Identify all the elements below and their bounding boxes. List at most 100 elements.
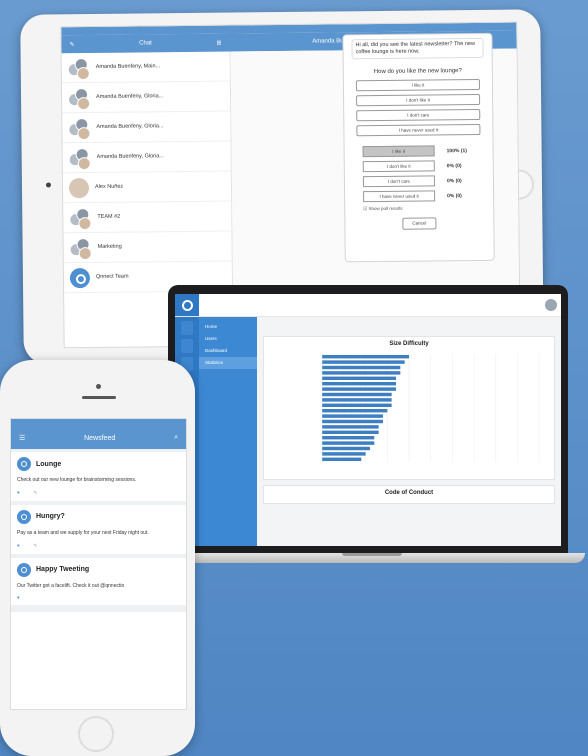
- post-body: Check out our new lounge for brainstormi…: [17, 477, 137, 483]
- chat-name: Amanda Buenfeny, Main...: [95, 62, 161, 70]
- poll-result-percent: 0% (0): [446, 162, 462, 170]
- chart-bar: [322, 392, 392, 397]
- header-right: [533, 299, 561, 311]
- list-item[interactable]: Amanda Buenfeny, Gloria...: [62, 141, 231, 174]
- sidebar-item[interactable]: Statistics: [199, 357, 257, 369]
- comment-button[interactable]: ✎: [34, 490, 38, 496]
- chart-bar: [322, 408, 388, 413]
- avatar: [68, 117, 91, 140]
- chart-bar: [322, 371, 401, 375]
- phone-screen: ☰ Newsfeed ⌕ Lounge Check out our new lou…: [10, 418, 187, 710]
- poll-option-button[interactable]: I don't like it: [356, 94, 481, 107]
- avatar: [68, 177, 90, 198]
- dashboard-body: Home Users Dashboard Statistics Size Diffic…: [175, 317, 561, 546]
- bar-chart: [321, 354, 540, 462]
- chat-preview: [96, 130, 226, 131]
- chart-bar: [322, 360, 405, 364]
- like-button[interactable]: ♥: [17, 490, 20, 496]
- show-results-checkbox[interactable]: ☑ Show poll results: [363, 205, 485, 212]
- news-post[interactable]: Hungry? Pay as a team and we supply for y…: [11, 504, 186, 554]
- app-logo-icon[interactable]: [175, 294, 199, 316]
- poll-option-button[interactable]: I like it: [355, 79, 480, 92]
- list-item[interactable]: Amanda Buenfeny, Gloria...: [62, 111, 231, 144]
- chat-name: Alex Nuñez: [94, 183, 124, 190]
- chart-bar: [322, 446, 370, 451]
- post-heading: Happy Tweeting: [36, 566, 89, 573]
- qnnect-logo-icon: [17, 509, 31, 524]
- avatar: [67, 57, 90, 80]
- poll-question: How do you like the new lounge?: [373, 68, 462, 76]
- chat-text: Amanda Buenfeny, Gloria...: [96, 92, 226, 101]
- chart-bar: [322, 354, 409, 359]
- chat-preview: [97, 220, 227, 221]
- list-item[interactable]: TEAM #2: [63, 201, 232, 234]
- chat-name-row: Amanda Buenfeny, Gloria...: [97, 152, 227, 160]
- post-actions: ♥ ✎: [17, 543, 180, 549]
- list-item[interactable]: Alex Nuñez: [62, 171, 232, 204]
- chart-bar: [322, 419, 383, 424]
- sidebar-item[interactable]: Home: [199, 321, 257, 333]
- tablet-camera: [45, 182, 51, 188]
- qnnect-logo-icon: [17, 457, 31, 471]
- poll-option-button[interactable]: I have never used it: [356, 124, 481, 137]
- phone-home-button[interactable]: [78, 716, 114, 752]
- chat-name: Qnnect Team: [95, 273, 129, 280]
- chart-bar: [322, 403, 392, 408]
- list-item[interactable]: Amanda Buenfeny, Gloria...: [61, 81, 231, 114]
- poll-results: I like it 100% (1) I don't like it 0% (0) I …: [362, 145, 486, 203]
- rail-item[interactable]: [181, 339, 193, 353]
- sidebar-item[interactable]: Dashboard: [199, 345, 257, 357]
- laptop-device: Home Users Dashboard Statistics Size Diffic…: [168, 285, 568, 553]
- avatar: [68, 147, 91, 170]
- team-logo-icon: [69, 267, 91, 288]
- poll-option-button[interactable]: I don't care: [356, 109, 481, 122]
- news-post[interactable]: Lounge Check out our new lounge for brain…: [11, 452, 186, 501]
- poll-result-bar[interactable]: I have never used it: [363, 190, 436, 203]
- show-results-label: Show poll results: [368, 206, 403, 212]
- sidebar-item[interactable]: Users: [199, 333, 257, 345]
- list-item[interactable]: Amanda Buenfeny, Main...: [61, 51, 230, 84]
- chat-name-row: Amanda Buenfeny, Gloria...: [96, 92, 226, 100]
- chat-text: Amanda Buenfeny, Main...: [96, 62, 226, 71]
- chat-name: TEAM #2: [97, 213, 121, 220]
- like-button[interactable]: ♥: [17, 543, 20, 549]
- poll-result-percent: 0% (0): [447, 192, 462, 200]
- chart-bar: [322, 376, 396, 381]
- chart-bar: [322, 425, 379, 429]
- cancel-button[interactable]: Cancel: [402, 217, 437, 231]
- chart-card: Size Difficulty: [263, 336, 555, 480]
- phone-speaker: [82, 396, 116, 399]
- poll-result-percent: 100% (1): [446, 147, 467, 155]
- compose-icon[interactable]: ⊞: [216, 39, 221, 46]
- search-icon[interactable]: ⌕: [174, 434, 178, 442]
- list-item[interactable]: Marketing: [63, 231, 232, 264]
- post-title: Hungry?: [36, 513, 65, 521]
- avatar[interactable]: [545, 299, 557, 311]
- dashboard-main: Size Difficulty Code of Conduct: [257, 317, 561, 546]
- like-button[interactable]: ♥: [17, 595, 20, 600]
- comment-button[interactable]: ✎: [34, 543, 38, 549]
- post-actions: ♥: [17, 595, 180, 600]
- chat-name: Amanda Buenfeny, Gloria...: [96, 92, 164, 100]
- chart-bar: [322, 435, 375, 440]
- edit-icon[interactable]: ✎: [69, 41, 74, 48]
- chart-bar: [322, 365, 401, 370]
- filter-bar: [263, 323, 555, 331]
- poll-result-bar[interactable]: I don't like it: [362, 160, 435, 173]
- post-actions: ♥ ✎: [17, 490, 180, 496]
- poll-dialog: Hi all, did you see the latest newslette…: [342, 32, 495, 263]
- poll-result-bar[interactable]: I like it: [362, 145, 435, 158]
- qnnect-logo-icon: [17, 562, 31, 577]
- chart-bar: [322, 457, 362, 462]
- rail-item[interactable]: [181, 321, 193, 335]
- post-title: Happy Tweeting: [36, 566, 90, 573]
- menu-icon[interactable]: ☰: [19, 434, 25, 442]
- poll-options: I like it I don't like it I don't care I ha…: [352, 79, 485, 137]
- news-post[interactable]: Happy Tweeting Our Twitter got a facelift…: [11, 557, 186, 606]
- avatar: [69, 237, 92, 260]
- avatar: [69, 207, 92, 230]
- second-card-title: Code of Conduct: [384, 490, 434, 496]
- poll-result-bar[interactable]: I don't care: [362, 175, 436, 188]
- chart-bar: [322, 452, 366, 456]
- chat-list-header: ✎ Chat ⊞: [61, 39, 229, 48]
